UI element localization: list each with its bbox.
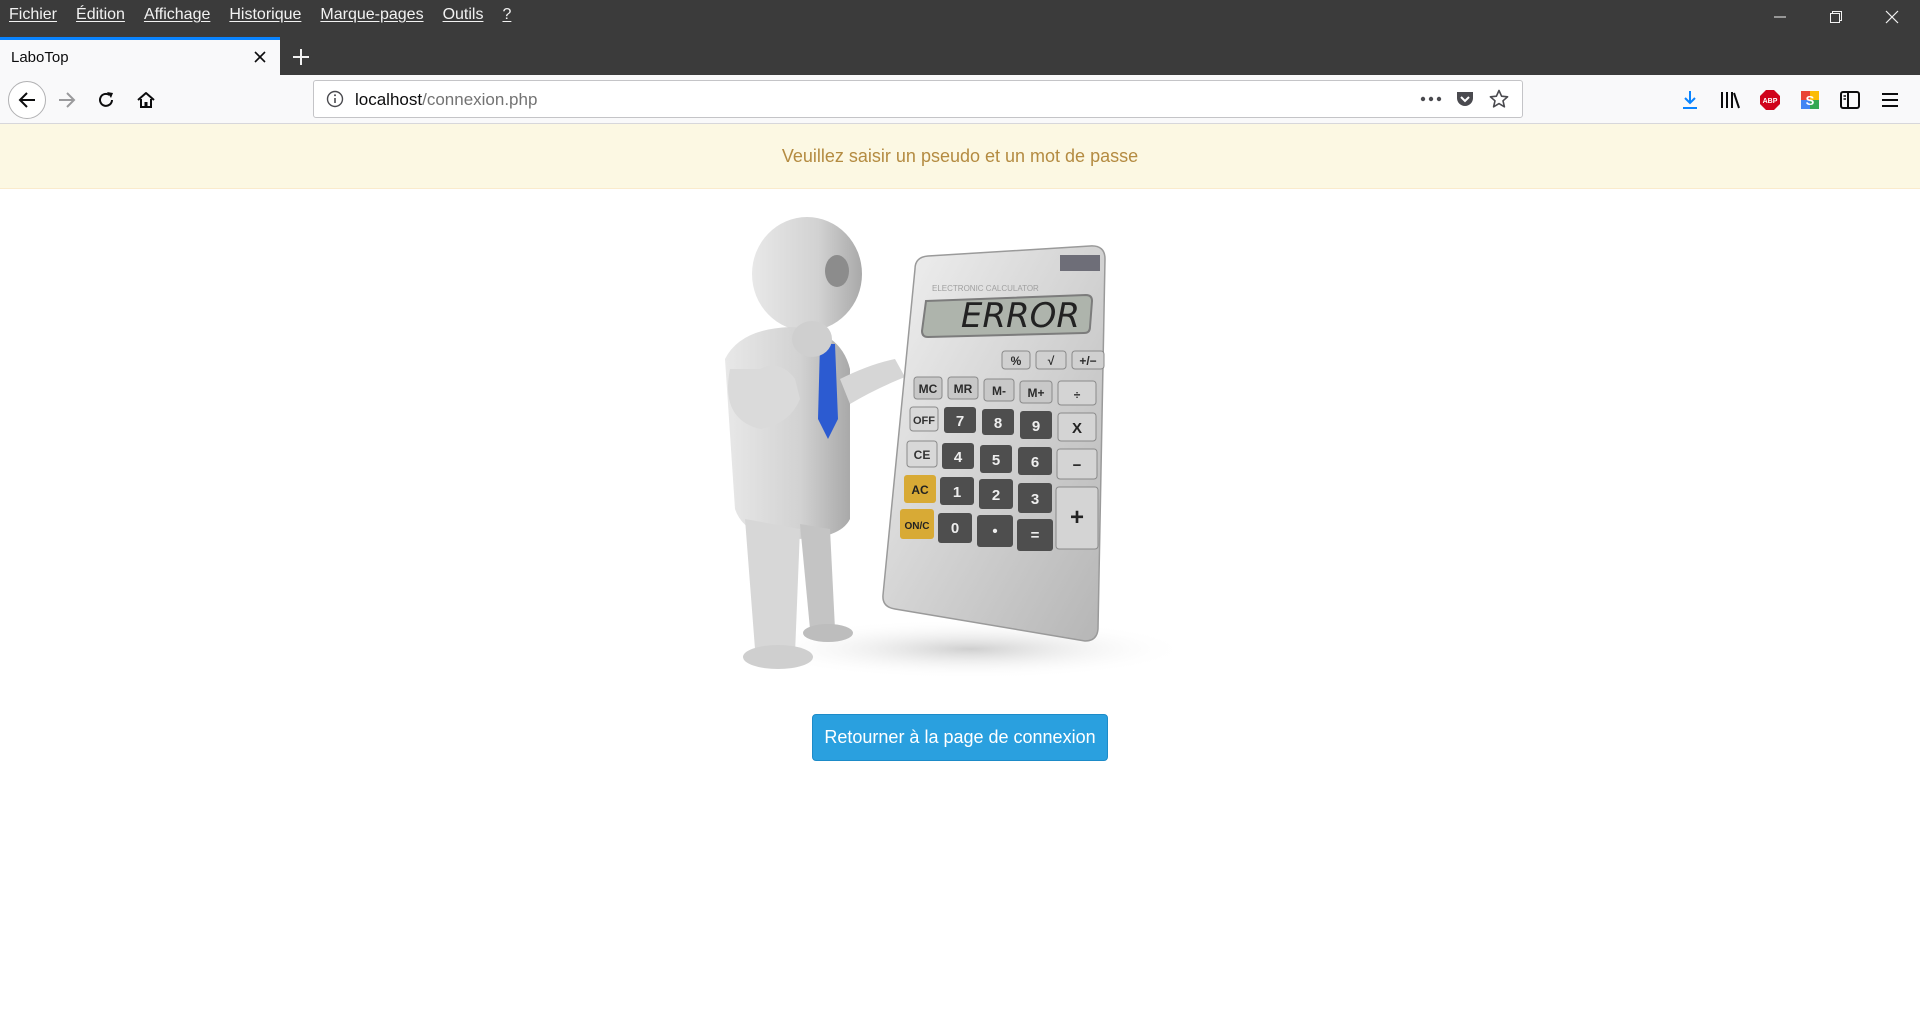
restore-icon bbox=[1830, 11, 1842, 23]
new-tab-button[interactable] bbox=[286, 43, 316, 71]
url-path: /connexion.php bbox=[422, 90, 538, 109]
address-bar[interactable]: localhost/connexion.php bbox=[313, 80, 1523, 118]
extension-icon: S bbox=[1801, 91, 1819, 109]
library-button[interactable] bbox=[1710, 83, 1750, 117]
sidebar-icon bbox=[1840, 91, 1860, 109]
svg-text:6: 6 bbox=[1031, 454, 1039, 471]
svg-text:MC: MC bbox=[919, 382, 938, 396]
svg-text:ABP: ABP bbox=[1763, 98, 1778, 105]
window-controls bbox=[1752, 0, 1920, 34]
menu-edition[interactable]: Édition bbox=[76, 6, 125, 24]
error-calculator-illustration: ELECTRONIC CALCULATOR ERROR % √ +/− MC M… bbox=[700, 209, 1220, 689]
close-icon bbox=[254, 51, 266, 63]
download-icon bbox=[1683, 91, 1697, 109]
forward-button[interactable] bbox=[50, 83, 84, 117]
svg-text:√: √ bbox=[1048, 354, 1055, 368]
toolbar-buttons: ABP S bbox=[1670, 83, 1910, 117]
svg-text:2: 2 bbox=[992, 487, 1000, 504]
forward-arrow-icon bbox=[59, 92, 76, 108]
svg-text:MR: MR bbox=[954, 382, 973, 396]
svg-text:AC: AC bbox=[911, 483, 929, 497]
svg-text:0: 0 bbox=[951, 520, 959, 537]
calculator: ELECTRONIC CALCULATOR ERROR % √ +/− MC M… bbox=[882, 245, 1106, 642]
hamburger-menu-icon bbox=[1882, 93, 1898, 107]
svg-text:−: − bbox=[1073, 457, 1082, 474]
menu-help[interactable]: ? bbox=[502, 6, 511, 24]
menu-outils[interactable]: Outils bbox=[443, 6, 484, 24]
close-window-button[interactable] bbox=[1864, 0, 1920, 34]
url-actions bbox=[1414, 85, 1516, 113]
back-arrow-icon bbox=[18, 92, 35, 108]
tab-close-button[interactable] bbox=[250, 47, 270, 67]
svg-text:8: 8 bbox=[994, 415, 1002, 432]
title-bar: Fichier Édition Affichage Historique Mar… bbox=[0, 0, 1920, 37]
adblock-plus-icon: ABP bbox=[1760, 90, 1780, 110]
back-button[interactable] bbox=[8, 81, 46, 119]
page-content: Veuillez saisir un pseudo et un mot de p… bbox=[0, 124, 1920, 1030]
site-info-icon[interactable] bbox=[326, 90, 344, 113]
library-icon bbox=[1721, 92, 1740, 109]
svg-text:M+: M+ bbox=[1027, 386, 1044, 400]
svg-text:=: = bbox=[1031, 527, 1040, 544]
downloads-button[interactable] bbox=[1670, 83, 1710, 117]
home-icon bbox=[137, 92, 155, 108]
svg-text:+/−: +/− bbox=[1079, 354, 1096, 368]
svg-text:1: 1 bbox=[953, 484, 961, 501]
restore-button[interactable] bbox=[1808, 0, 1864, 34]
url-host: localhost bbox=[355, 90, 423, 109]
svg-text:•: • bbox=[992, 523, 997, 540]
svg-text:7: 7 bbox=[956, 413, 964, 430]
svg-text:3: 3 bbox=[1031, 491, 1039, 508]
bookmark-star-button[interactable] bbox=[1482, 85, 1516, 113]
adblock-plus-button[interactable]: ABP bbox=[1750, 83, 1790, 117]
svg-text:9: 9 bbox=[1032, 418, 1040, 435]
menu-bar: Fichier Édition Affichage Historique Mar… bbox=[0, 0, 530, 30]
svg-text:%: % bbox=[1011, 354, 1022, 368]
minimize-icon bbox=[1774, 16, 1786, 18]
sidebar-button[interactable] bbox=[1830, 83, 1870, 117]
menu-affichage[interactable]: Affichage bbox=[144, 6, 210, 24]
open-menu-button[interactable] bbox=[1870, 83, 1910, 117]
calculator-display-text: ERROR bbox=[961, 296, 1080, 336]
pocket-icon bbox=[1457, 92, 1473, 106]
url-text[interactable]: localhost/connexion.php bbox=[355, 90, 537, 110]
svg-text:5: 5 bbox=[992, 452, 1000, 469]
alert-message: Veuillez saisir un pseudo et un mot de p… bbox=[781, 145, 1139, 166]
svg-text:ON/C: ON/C bbox=[905, 521, 930, 532]
more-dots-icon bbox=[1420, 96, 1442, 102]
tab-labotop[interactable]: LaboTop bbox=[0, 37, 280, 75]
warning-alert: Veuillez saisir un pseudo et un mot de p… bbox=[0, 124, 1920, 189]
plus-icon bbox=[293, 49, 309, 65]
svg-text:4: 4 bbox=[954, 449, 963, 466]
menu-fichier[interactable]: Fichier bbox=[9, 6, 57, 24]
reload-button[interactable] bbox=[89, 83, 123, 117]
home-button[interactable] bbox=[129, 83, 163, 117]
minimize-button[interactable] bbox=[1752, 0, 1808, 34]
svg-text:+: + bbox=[1070, 504, 1084, 531]
tab-title: LaboTop bbox=[11, 49, 69, 66]
thinking-figure bbox=[725, 217, 905, 669]
svg-text:÷: ÷ bbox=[1074, 388, 1081, 402]
extension-button[interactable]: S bbox=[1790, 83, 1830, 117]
star-icon bbox=[1489, 89, 1509, 108]
svg-text:X: X bbox=[1072, 420, 1082, 437]
calculator-brand-text: ELECTRONIC CALCULATOR bbox=[932, 284, 1039, 293]
svg-text:S: S bbox=[1806, 93, 1815, 108]
menu-marque-pages[interactable]: Marque-pages bbox=[320, 6, 423, 24]
menu-historique[interactable]: Historique bbox=[229, 6, 301, 24]
svg-text:CE: CE bbox=[914, 448, 931, 462]
navigation-bar: localhost/connexion.php ABP S bbox=[0, 75, 1920, 124]
svg-text:OFF: OFF bbox=[913, 415, 935, 427]
svg-text:M-: M- bbox=[992, 384, 1006, 398]
return-to-login-button[interactable]: Retourner à la page de connexion bbox=[812, 714, 1108, 761]
reload-icon bbox=[99, 92, 113, 107]
pocket-button[interactable] bbox=[1448, 85, 1482, 113]
tab-strip: LaboTop bbox=[0, 37, 1920, 75]
close-icon bbox=[1885, 10, 1899, 24]
page-actions-button[interactable] bbox=[1414, 85, 1448, 113]
